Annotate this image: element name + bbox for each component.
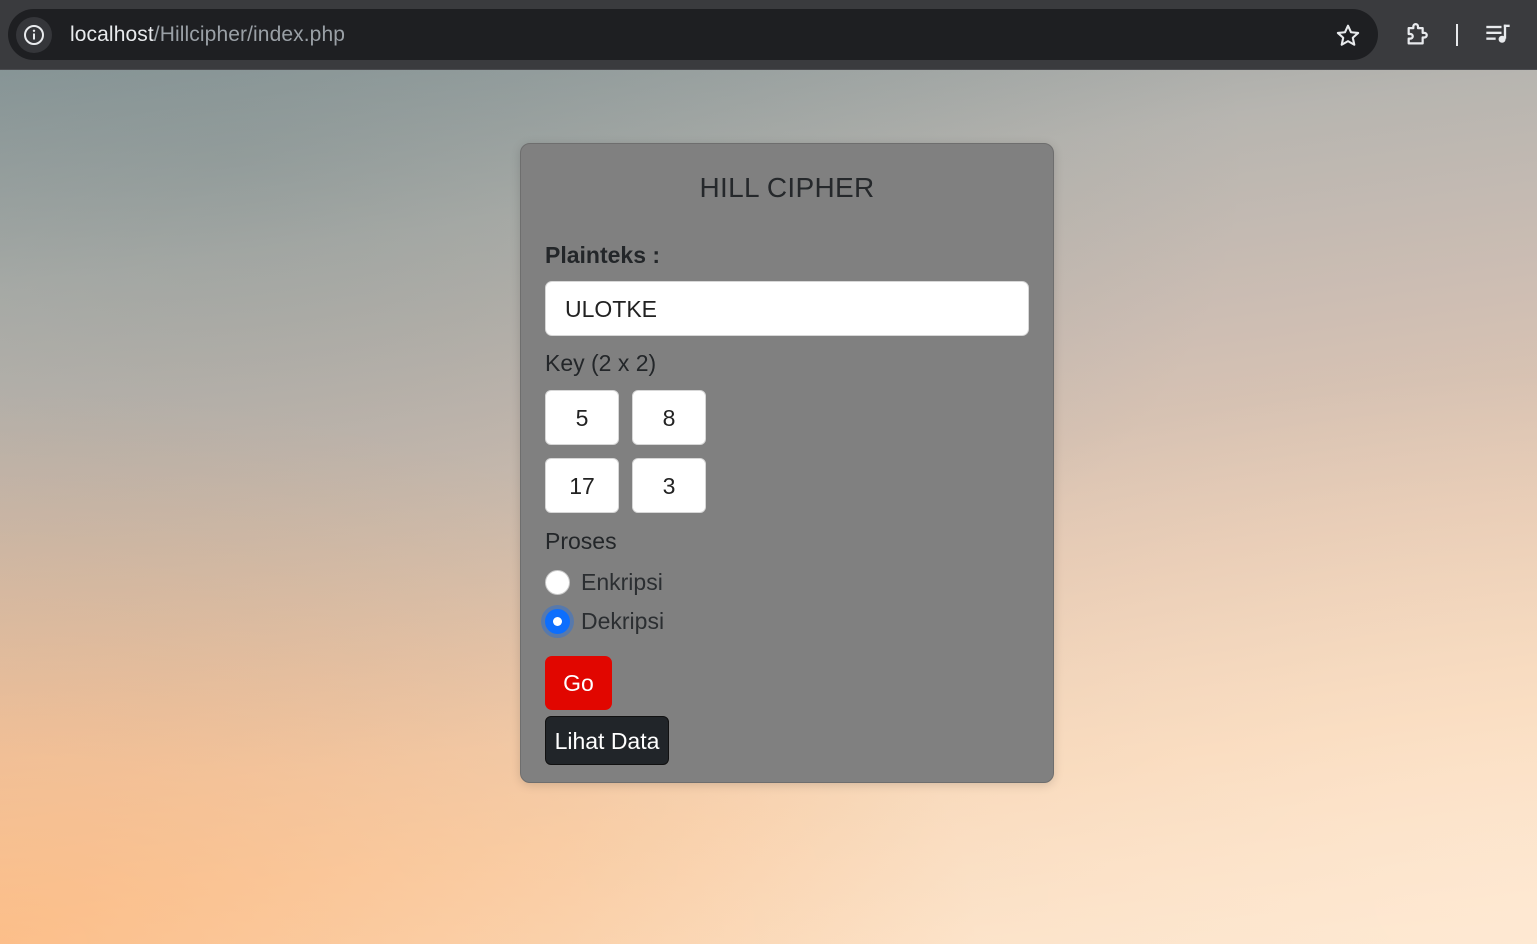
- encrypt-label[interactable]: Enkripsi: [581, 569, 663, 596]
- media-queue-icon: [1486, 24, 1510, 43]
- address-bar[interactable]: localhost/Hillcipher/index.php: [8, 9, 1378, 60]
- decrypt-option[interactable]: Dekripsi: [545, 608, 664, 635]
- key-input-r1c2[interactable]: 8: [632, 390, 706, 445]
- view-data-button[interactable]: Lihat Data: [545, 716, 669, 765]
- url-path: /Hillcipher/index.php: [153, 23, 345, 46]
- key-input-r2c1[interactable]: 17: [545, 458, 619, 513]
- key-label: Key (2 x 2): [545, 350, 657, 376]
- url-text[interactable]: localhost/Hillcipher/index.php: [70, 9, 345, 60]
- plaintext-input[interactable]: ULOTKE: [545, 281, 1029, 336]
- extensions-icon: [1407, 23, 1428, 45]
- site-info-button[interactable]: [16, 17, 52, 53]
- page-title: HILL CIPHER: [699, 172, 875, 203]
- info-icon: [24, 25, 44, 45]
- process-label: Proses: [545, 528, 617, 554]
- key-input-r1c1[interactable]: 5: [545, 390, 619, 445]
- encrypt-option[interactable]: Enkripsi: [545, 569, 663, 596]
- browser-toolbar: localhost/Hillcipher/index.php: [0, 0, 1537, 70]
- hill-cipher-form-card: HILL CIPHER Plainteks : ULOTKE Key (2 x …: [520, 143, 1054, 783]
- star-icon: [1336, 24, 1360, 46]
- decrypt-radio[interactable]: [545, 609, 570, 634]
- toolbar-divider: [1456, 24, 1458, 46]
- extensions-button[interactable]: [1404, 20, 1432, 48]
- bookmark-button[interactable]: [1334, 22, 1362, 50]
- url-host: localhost: [70, 23, 154, 46]
- plaintext-label: Plainteks :: [545, 242, 661, 268]
- go-button[interactable]: Go: [545, 656, 612, 710]
- media-controls-button[interactable]: [1484, 20, 1512, 48]
- decrypt-label[interactable]: Dekripsi: [581, 608, 664, 635]
- encrypt-radio[interactable]: [545, 570, 570, 595]
- page-background: HILL CIPHER Plainteks : ULOTKE Key (2 x …: [0, 70, 1537, 944]
- key-input-r2c2[interactable]: 3: [632, 458, 706, 513]
